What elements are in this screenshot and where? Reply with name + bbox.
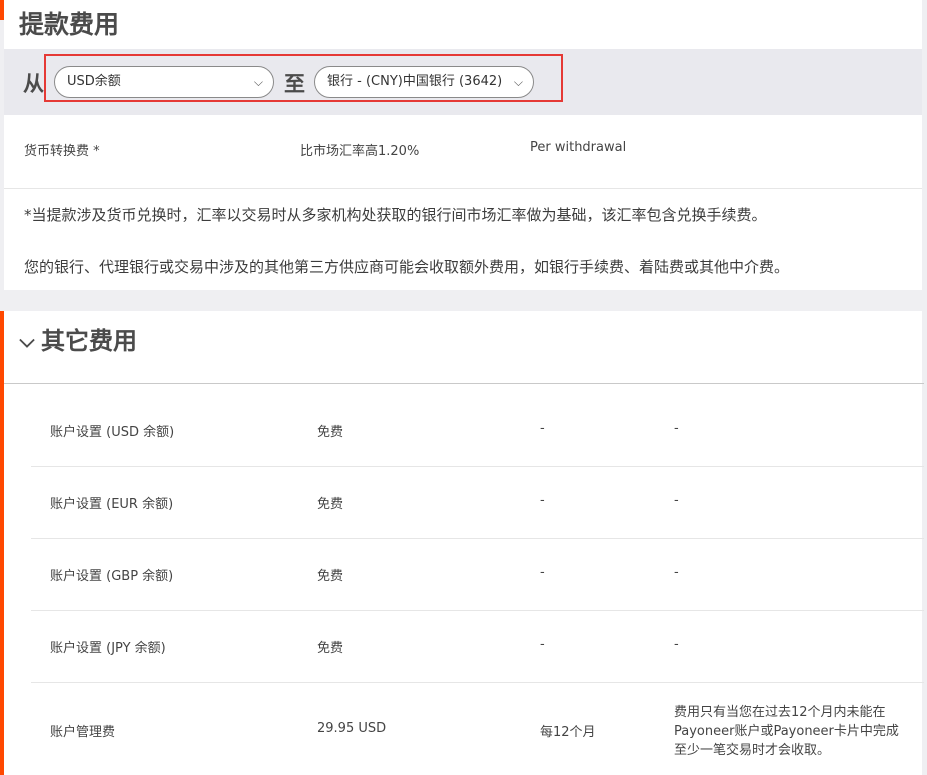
to-label: 至	[284, 72, 305, 96]
fee-amount: 免费	[317, 569, 344, 584]
fee-name: 账户设置 (USD 余额)	[50, 425, 175, 440]
fee-name: 账户设置 (EUR 余额)	[50, 497, 174, 512]
row-divider	[31, 610, 924, 611]
currency-conversion-fee-rate: 比市场汇率高1.20%	[300, 144, 420, 159]
currency-conversion-fee-name: 货币转换费 *	[24, 144, 100, 159]
other-fees-card: 其它费用 账户设置 (USD 余额) 免费 - - 账户设置 (EUR 余额) …	[4, 311, 924, 775]
fee-name: 账户设置 (GBP 余额)	[50, 569, 174, 584]
from-balance-select[interactable]: USD余额 ⌵	[54, 66, 274, 98]
fee-frequency: -	[540, 421, 545, 436]
other-fees-title: 其它费用	[41, 327, 137, 355]
divider	[4, 383, 924, 384]
chevron-down-icon: ⌵	[513, 75, 523, 89]
currency-conversion-fee-frequency: Per withdrawal	[530, 140, 627, 155]
withdrawal-fees-card: 提款费用 从 USD余额 ⌵ 至 银行 - (CNY)中国银行 (3642) ⌵…	[4, 0, 922, 290]
from-label: 从	[23, 72, 44, 96]
fee-frequency: -	[540, 637, 545, 652]
row-divider	[31, 538, 924, 539]
row-divider	[31, 466, 924, 467]
other-fees-toggle[interactable]: 其它费用	[19, 321, 137, 356]
fee-amount: 免费	[317, 497, 344, 512]
from-balance-value: USD余额	[67, 74, 121, 89]
fee-frequency: -	[540, 493, 545, 508]
fee-name: 账户设置 (JPY 余额)	[50, 641, 166, 656]
withdrawal-fees-title: 提款费用	[19, 10, 120, 39]
fee-note: -	[674, 637, 679, 652]
fee-note: -	[674, 565, 679, 580]
fee-frequency: -	[540, 565, 545, 580]
fee-frequency: 每12个月	[540, 725, 596, 740]
additional-fees-note: 您的银行、代理银行或交易中涉及的其他第三方供应商可能会收取额外费用，如银行手续费…	[24, 258, 790, 276]
fee-amount: 免费	[317, 641, 344, 656]
to-bank-select[interactable]: 银行 - (CNY)中国银行 (3642) ⌵	[314, 66, 534, 98]
fee-note: 费用只有当您在过去12个月内未能在Payoneer账户或Payoneer卡片中完…	[674, 705, 899, 758]
fee-amount: 免费	[317, 425, 344, 440]
divider	[4, 188, 922, 189]
currency-selector-band: 从 USD余额 ⌵ 至 银行 - (CNY)中国银行 (3642) ⌵	[4, 49, 922, 115]
chevron-down-icon: ⌵	[253, 75, 263, 89]
fee-name: 账户管理费	[50, 725, 116, 740]
to-bank-value: 银行 - (CNY)中国银行 (3642)	[327, 74, 503, 89]
exchange-rate-note: *当提款涉及货币兑换时，汇率以交易时从多家机构处获取的银行间市场汇率做为基础，该…	[24, 206, 767, 224]
fee-note: -	[674, 493, 679, 508]
row-divider	[31, 682, 924, 683]
fee-note: -	[674, 421, 679, 436]
chevron-down-icon	[19, 338, 35, 348]
fee-amount: 29.95 USD	[317, 721, 387, 736]
